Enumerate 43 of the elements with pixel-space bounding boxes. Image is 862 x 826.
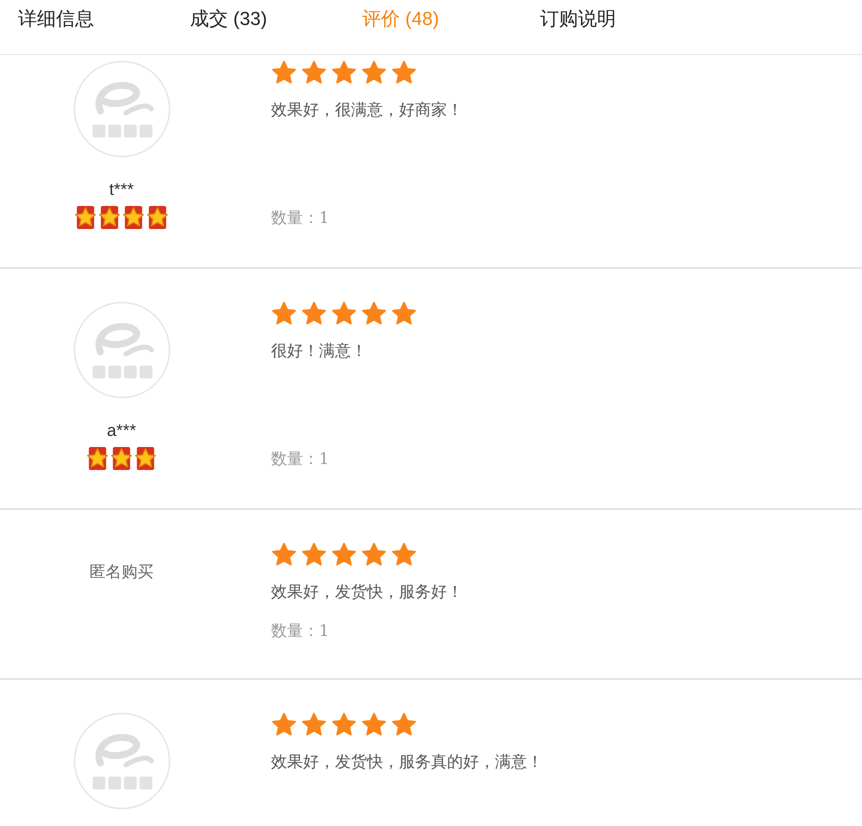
star-icon (271, 542, 297, 568)
medal-icon (86, 447, 109, 470)
quantity-label: 数量：1 (271, 449, 330, 470)
medal-icon (74, 206, 97, 229)
star-icon (331, 542, 357, 568)
tab[interactable]: 订购说明 (540, 0, 712, 40)
star-icon (361, 712, 387, 738)
star-icon (331, 712, 357, 738)
medal-icon (146, 206, 169, 229)
star-icon (361, 60, 387, 86)
review-comment: 效果好，很满意，好商家！ (271, 100, 463, 121)
medal-icon (98, 206, 121, 229)
star-icon (301, 60, 327, 86)
star-icon (391, 60, 417, 86)
star-icon (301, 301, 327, 327)
quantity-label: 数量：1 (271, 621, 330, 642)
tab[interactable]: 成交 (33) (190, 0, 362, 40)
buyer-name: 匿名购买 (90, 562, 154, 583)
review-comment: 效果好，发货快，服务好！ (271, 582, 463, 603)
medal-icon (110, 447, 133, 470)
review-comment: 效果好，发货快，服务真的好，满意！ (271, 752, 543, 773)
buyer-name: a*** (106, 421, 136, 441)
avatar-icon (72, 60, 170, 158)
star-icon (301, 542, 327, 568)
avatar-icon (72, 301, 170, 399)
star-icon (391, 542, 417, 568)
star-icon (271, 712, 297, 738)
star-icon (391, 301, 417, 327)
review-comment: 很好！满意！ (271, 341, 368, 362)
star-icon (391, 712, 417, 738)
star-icon (361, 542, 387, 568)
buyer-name: t*** (109, 180, 134, 200)
star-icon (331, 301, 357, 327)
star-icon (271, 301, 297, 327)
star-icon (271, 60, 297, 86)
star-icon (361, 301, 387, 327)
medal-icon (122, 206, 145, 229)
star-icon (331, 60, 357, 86)
tab[interactable]: 详细信息 (18, 0, 190, 40)
medal-icon (134, 447, 157, 470)
avatar-icon (72, 712, 170, 810)
star-icon (301, 712, 327, 738)
quantity-label: 数量：1 (271, 208, 330, 229)
